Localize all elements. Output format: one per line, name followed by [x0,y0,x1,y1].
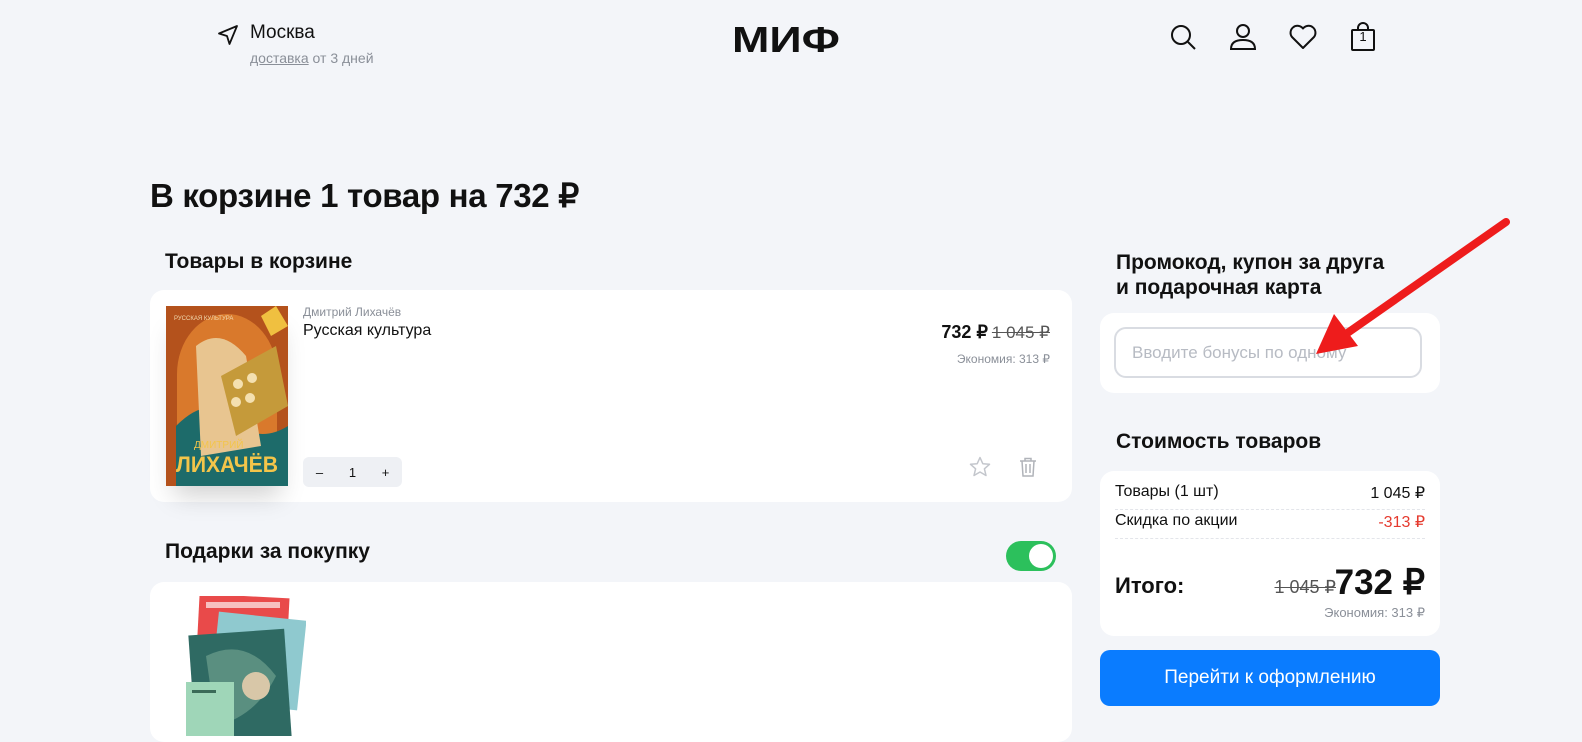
cart-button[interactable]: 1 [1348,22,1378,52]
cover-author-surname: ЛИХАЧЁВ [176,452,278,477]
product-title[interactable]: Русская культура [303,322,431,340]
quantity-stepper: – 1 + [303,457,402,487]
price-current: 732 ₽ [941,322,988,342]
checkout-button[interactable]: Перейти к оформлению [1100,650,1440,706]
summary-discount-row: Скидка по акции -313 ₽ [1115,512,1425,539]
summary-card: Товары (1 шт) 1 045 ₽ Скидка по акции -3… [1100,471,1440,636]
gift-items-image[interactable] [186,596,306,736]
cover-series-text: РУССКАЯ КУЛЬТУРА [174,316,233,322]
navigation-arrow-icon [218,25,238,45]
discount-value: -313 ₽ [1378,514,1425,531]
cart-item-card: РУССКАЯ КУЛЬТУРА ДМИТРИЙ ЛИХАЧЁВ Дмитрий… [150,290,1072,502]
cover-author-firstname: ДМИТРИЙ [194,438,243,451]
summary-goods-row: Товары (1 шт) 1 045 ₽ [1115,483,1425,510]
goods-label: Товары (1 шт) [1115,483,1219,500]
qty-minus-button[interactable]: – [303,465,336,480]
total-price: 732 ₽ [1334,563,1425,602]
qty-value: 1 [348,464,357,480]
cart-section-title: Товары в корзине [165,250,353,273]
goods-value: 1 045 ₽ [1370,485,1425,502]
product-author: Дмитрий Лихачёв [303,305,402,319]
location-selector[interactable]: Москва доставка от 3 дней [216,22,374,66]
discount-label: Скидка по акции [1115,512,1238,529]
city-label[interactable]: Москва [250,22,315,47]
delivery-time: от 3 дней [308,50,374,66]
book-cover-image[interactable]: РУССКАЯ КУЛЬТУРА ДМИТРИЙ ЛИХАЧЁВ [166,306,288,486]
gifts-card [150,582,1072,742]
user-icon[interactable] [1228,22,1258,52]
gifts-toggle[interactable] [1006,541,1056,571]
summary-section-title: Стоимость товаров [1116,430,1322,453]
site-header: Москва доставка от 3 дней МИФ 1 [0,0,1582,80]
total-label: Итого: [1115,573,1185,598]
heart-icon[interactable] [1288,22,1318,52]
gifts-section-title: Подарки за покупку [165,540,370,563]
total-old-price: 1 045 ₽ [1274,577,1337,597]
trash-icon[interactable] [1016,455,1040,479]
brand-logo-text: МИФ [732,20,840,58]
annotation-arrow [1316,218,1510,354]
qty-plus-button[interactable]: + [369,465,402,480]
product-price: 732 ₽1 045 ₽ [941,322,1050,343]
delivery-link[interactable]: доставка [250,50,309,66]
page-title: В корзине 1 товар на 732 ₽ [150,177,579,214]
cart-count: 1 [1359,29,1367,44]
product-economy: Экономия: 313 ₽ [956,352,1050,366]
star-favorite-icon[interactable] [968,455,992,479]
price-original: 1 045 ₽ [991,323,1050,342]
delivery-info: доставка от 3 дней [250,50,374,66]
total-economy: Экономия: 313 ₽ [1324,605,1425,620]
brand-logo[interactable]: МИФ [732,20,844,58]
book-cover-illustration: РУССКАЯ КУЛЬТУРА ДМИТРИЙ ЛИХАЧЁВ [166,306,288,486]
search-icon[interactable] [1168,22,1198,52]
toggle-knob [1029,544,1053,568]
